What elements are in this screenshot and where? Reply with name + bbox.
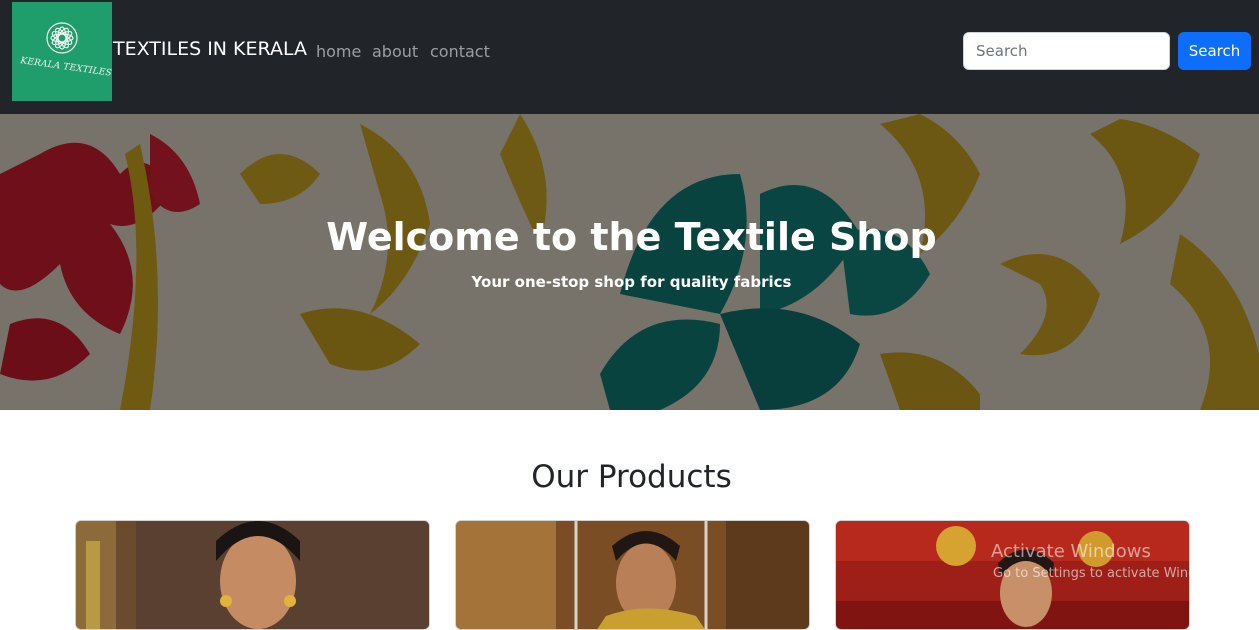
nav-link-home[interactable]: home bbox=[316, 42, 361, 61]
navbar: KERALA TEXTILES TEXTILES IN KERALA home … bbox=[0, 0, 1259, 114]
hero-overlay bbox=[0, 114, 1259, 410]
windows-activation-title: Activate Windows bbox=[991, 541, 1151, 562]
product-image bbox=[76, 521, 429, 629]
product-card[interactable] bbox=[75, 520, 430, 630]
nav-link-contact[interactable]: contact bbox=[430, 42, 490, 61]
products-heading: Our Products bbox=[531, 459, 732, 495]
brand-logo[interactable]: KERALA TEXTILES bbox=[12, 2, 112, 101]
hero-title: Welcome to the Textile Shop bbox=[326, 215, 937, 259]
nav-link-about[interactable]: about bbox=[372, 42, 418, 61]
mandala-icon bbox=[46, 22, 78, 54]
brand-name[interactable]: TEXTILES IN KERALA bbox=[113, 38, 307, 60]
hero-banner: Welcome to the Textile Shop Your one-sto… bbox=[0, 114, 1259, 410]
search-button[interactable]: Search bbox=[1178, 32, 1251, 70]
hero-subtitle: Your one-stop shop for quality fabrics bbox=[471, 273, 792, 291]
windows-activation-hint: Go to Settings to activate Windows. bbox=[993, 566, 1226, 581]
search-input[interactable] bbox=[963, 32, 1170, 70]
product-image bbox=[456, 521, 809, 629]
product-card[interactable] bbox=[455, 520, 810, 630]
